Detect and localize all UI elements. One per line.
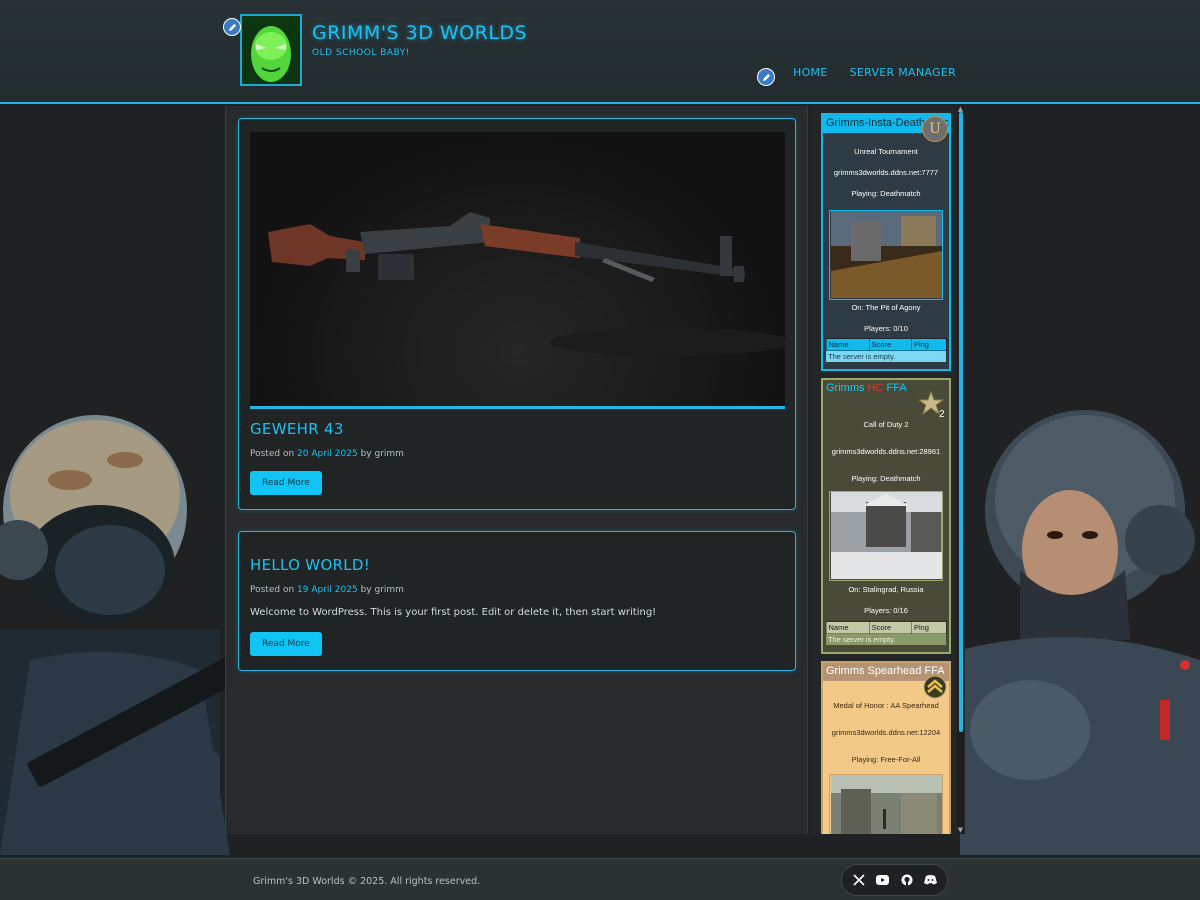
server-name-part: Grimms [826, 382, 868, 394]
post-meta: Posted on 20 April 2025 by grimm [250, 449, 404, 459]
scroll-down-icon[interactable]: ▼ [957, 827, 964, 834]
server-players: Players: 0/16 [864, 606, 908, 615]
post-card: GEWEHR 43 Posted on 20 April 2025 by gri… [238, 118, 796, 510]
server-map: On: Stalingrad, Russia [848, 585, 924, 594]
server-playing: Playing: Deathmatch [851, 189, 921, 198]
read-more-button[interactable]: Read More [250, 471, 322, 495]
sergeant-chevron-icon [923, 675, 947, 699]
site-title[interactable]: GRIMM'S 3D WORLDS [312, 22, 527, 44]
site-header: GRIMM'S 3D WORLDS OLD SCHOOL BABY! HOME … [0, 0, 1200, 104]
column-header-name[interactable]: Name [825, 621, 870, 634]
by-label: by [360, 449, 372, 459]
x-icon[interactable] [852, 873, 866, 887]
server-empty-message: The server is empty. [828, 635, 896, 644]
unreal-logo-icon: U [922, 116, 948, 142]
players-table: Name Score Ping The server is empty. [825, 621, 947, 645]
server-address[interactable]: grimms3dworlds.ddns.net:28961 [823, 447, 949, 456]
main-nav: HOME SERVER MANAGER [793, 66, 956, 79]
edit-menu-pencil-icon[interactable] [757, 68, 775, 86]
svg-text:2: 2 [939, 409, 945, 418]
server-address[interactable]: grimms3dworlds.ddns.net:7777 [823, 168, 949, 177]
site-logo[interactable] [240, 14, 302, 86]
copyright-text: Grimm's 3D Worlds © 2025. All rights res… [253, 876, 481, 887]
post-title[interactable]: GEWEHR 43 [250, 420, 344, 438]
post-excerpt: Welcome to WordPress. This is your first… [250, 607, 657, 618]
column-header-score[interactable]: Score [868, 338, 912, 351]
server-widget-ut: Grimms-Insta-Deathmatch U Unreal Tournam… [821, 113, 951, 371]
site-footer: Grimm's 3D Worlds © 2025. All rights res… [0, 858, 1200, 900]
server-address[interactable]: grimms3dworlds.ddns.net:12204 [823, 728, 949, 737]
youtube-icon[interactable] [876, 873, 890, 887]
post-author[interactable]: grimm [374, 449, 403, 459]
players-table: Name Score Ping The server is empty. [825, 338, 947, 362]
server-game: Unreal Tournament [854, 147, 918, 156]
server-playing: Playing: Deathmatch [851, 474, 921, 483]
column-header-name[interactable]: Name [825, 338, 870, 351]
edit-logo-pencil-icon[interactable] [223, 18, 241, 36]
background-soldier-right [960, 400, 1200, 855]
social-links [841, 864, 948, 896]
column-header-ping[interactable]: Ping [910, 621, 947, 634]
server-name-part: FFA [883, 382, 907, 394]
post-featured-image[interactable] [250, 132, 785, 409]
sidebar-scroll-thumb[interactable] [959, 112, 963, 732]
by-label: by [360, 585, 372, 595]
column-header-ping[interactable]: Ping [910, 338, 947, 351]
discord-icon[interactable] [924, 873, 938, 887]
post-meta: Posted on 19 April 2025 by grimm [250, 585, 404, 595]
map-thumbnail [829, 774, 943, 834]
site-tagline: OLD SCHOOL BABY! [312, 48, 410, 58]
post-card: HELLO WORLD! Posted on 19 April 2025 by … [238, 531, 796, 671]
server-playing: Playing: Free-For-All [851, 755, 921, 764]
post-date-link[interactable]: 20 April 2025 [297, 449, 358, 459]
read-more-button[interactable]: Read More [250, 632, 322, 656]
sidebar[interactable]: Grimms-Insta-Deathmatch U Unreal Tournam… [812, 106, 965, 834]
nav-item-home[interactable]: HOME [793, 66, 828, 79]
nav-item-server-manager[interactable]: SERVER MANAGER [850, 66, 956, 79]
server-players: Players: 0/10 [864, 324, 908, 333]
github-icon[interactable] [900, 873, 914, 887]
posted-on-label: Posted on [250, 585, 295, 595]
map-thumbnail [829, 491, 943, 581]
scroll-up-icon[interactable]: ▲ [957, 106, 964, 113]
server-game: Call of Duty 2 [863, 420, 909, 429]
column-header-score[interactable]: Score [868, 621, 912, 634]
posted-on-label: Posted on [250, 449, 295, 459]
server-name-hc: HC [867, 382, 884, 394]
map-thumbnail [829, 210, 943, 300]
server-widget-mohaa: Grimms Spearhead FFA Medal of Honor : AA… [821, 661, 951, 834]
server-widget-cod2: Grimms HC FFA 2 Call of Duty 2 grimms3dw… [821, 378, 951, 654]
post-date-link[interactable]: 19 April 2025 [297, 585, 358, 595]
server-map: On: The Pit of Agony [851, 303, 921, 312]
main-content: GEWEHR 43 Posted on 20 April 2025 by gri… [225, 106, 808, 834]
server-game: Medal of Honor : AA Spearhead [833, 701, 939, 710]
cod2-star-icon: 2 [917, 390, 947, 420]
post-author[interactable]: grimm [374, 585, 403, 595]
server-empty-message: The server is empty. [828, 352, 896, 361]
post-title[interactable]: HELLO WORLD! [250, 556, 370, 574]
